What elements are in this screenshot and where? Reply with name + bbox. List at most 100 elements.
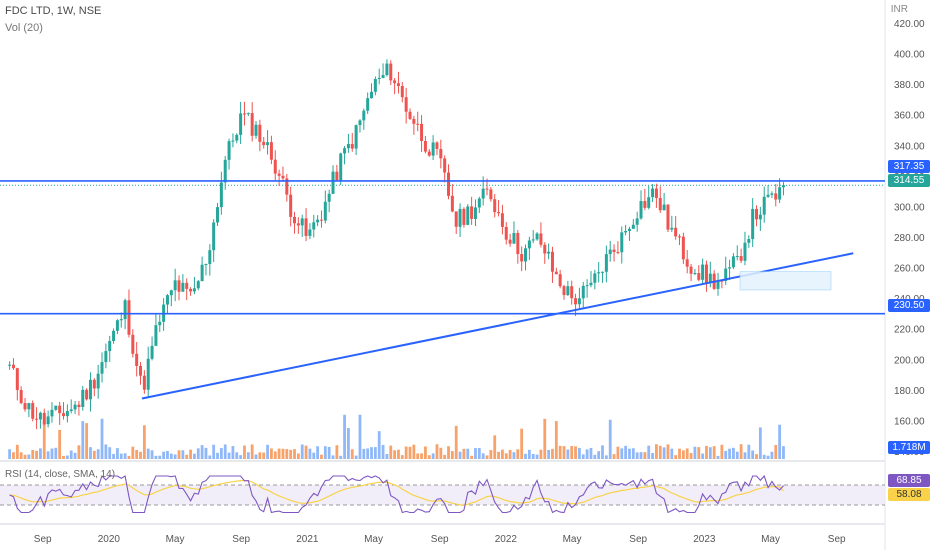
candle-body — [447, 172, 451, 196]
candle-body — [23, 403, 27, 410]
candle-body — [142, 375, 146, 390]
y-tick-label: 160.00 — [894, 416, 925, 427]
candle-body — [146, 358, 150, 390]
volume-bar — [42, 422, 46, 459]
volume-bar — [150, 450, 154, 459]
candle-body — [346, 144, 350, 149]
volume-bar — [366, 448, 370, 459]
volume-bar — [204, 447, 208, 459]
candle-body — [277, 173, 281, 176]
volume-bar — [320, 454, 323, 459]
candle-body — [100, 362, 104, 374]
rsi-value-tag: 68.85 — [888, 474, 930, 487]
volume-bar — [624, 445, 628, 459]
candle-body — [262, 141, 266, 146]
candle-body — [493, 199, 497, 213]
candle-body — [735, 255, 739, 257]
volume-bar — [543, 418, 547, 459]
candle-body — [524, 248, 528, 262]
candle-body — [470, 206, 474, 219]
volume-bar — [254, 454, 258, 459]
candle-body — [774, 193, 778, 200]
volume-bar — [358, 414, 362, 459]
candle-body — [331, 171, 335, 194]
candle-body — [73, 404, 77, 410]
candle-body — [512, 232, 516, 244]
candle-body — [242, 113, 246, 115]
volume-bar — [728, 448, 731, 459]
candle-body — [250, 113, 254, 136]
candle-body — [108, 341, 112, 352]
volume-bar — [674, 455, 678, 459]
candle-body — [304, 218, 308, 236]
volume-bar — [223, 444, 227, 459]
last-price-tag: 314.55 — [888, 174, 930, 187]
candle-body — [739, 255, 743, 261]
volume-bar — [574, 446, 577, 459]
volume-bar — [162, 451, 166, 459]
x-tick-label: Sep — [431, 534, 449, 545]
candle-body — [88, 379, 92, 400]
volume-bar — [604, 455, 608, 459]
volume-bar — [219, 448, 223, 459]
candle-body — [296, 223, 300, 226]
y-tick-label: 200.00 — [894, 355, 925, 366]
volume-bar — [447, 446, 450, 459]
volume-bar — [554, 421, 558, 459]
candle-body — [173, 280, 177, 291]
volume-bar — [508, 449, 512, 459]
candle-body — [558, 274, 562, 287]
candle-body — [701, 264, 705, 280]
volume-bar — [131, 446, 135, 459]
volume-bar — [497, 451, 500, 459]
volume-bar — [716, 455, 720, 459]
candle-body — [604, 254, 608, 272]
candle-body — [92, 379, 96, 389]
candle-body — [654, 188, 658, 198]
volume-bar — [39, 448, 42, 459]
rsi-sma-tag: 58.08 — [888, 488, 930, 501]
candle-body — [770, 193, 774, 195]
volume-bar — [631, 448, 635, 459]
volume-bar — [458, 451, 462, 459]
volume-bar — [404, 446, 408, 459]
candle-body — [235, 134, 239, 141]
x-tick-label: May — [563, 534, 582, 545]
volume-bar — [732, 447, 735, 459]
candle-body — [627, 228, 631, 231]
candle-body — [674, 227, 678, 237]
candle-body — [123, 300, 127, 320]
volume-bar — [470, 455, 474, 459]
volume-bar — [227, 452, 231, 459]
candle-body — [339, 153, 343, 181]
volume-bar — [651, 453, 654, 459]
volume-bar — [570, 446, 574, 459]
candle-body — [373, 79, 377, 92]
volume-bar — [116, 448, 119, 459]
candle-body — [319, 219, 323, 221]
volume-bar — [243, 445, 246, 459]
candle-body — [316, 219, 320, 223]
volume-bar — [782, 446, 785, 459]
volume-bar — [327, 446, 331, 459]
volume-bar — [123, 453, 127, 459]
volume-bar — [747, 444, 751, 459]
candle-body — [312, 222, 316, 230]
volume-bar — [443, 454, 447, 459]
volume-price-tag: 1.718M — [888, 441, 930, 454]
candle-body — [189, 288, 193, 292]
volume-bar — [489, 450, 493, 459]
volume-bar — [608, 419, 612, 459]
volume-bar — [504, 453, 508, 459]
candle-body — [647, 197, 651, 208]
candle-body — [585, 285, 589, 287]
candle-body — [520, 254, 524, 262]
candle-body — [412, 118, 416, 124]
support-price-tag: 230.50 — [888, 299, 930, 312]
volume-bar — [462, 448, 466, 459]
volume-bar — [104, 444, 108, 459]
candle-body — [481, 188, 485, 199]
volume-bar — [354, 455, 358, 459]
volume-bar — [531, 453, 535, 459]
candle-body — [535, 233, 539, 240]
